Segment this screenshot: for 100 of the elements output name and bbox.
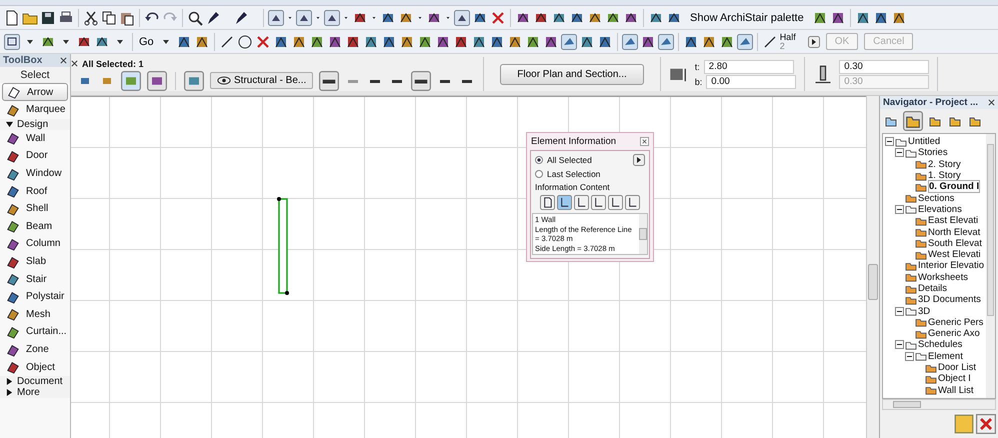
- close-icon[interactable]: [640, 137, 649, 146]
- tree-item[interactable]: 3D: [918, 306, 930, 317]
- toolbox-tool[interactable]: Arrow: [2, 83, 68, 101]
- tool-icon: [6, 324, 20, 339]
- collapse-toggle[interactable]: [895, 204, 904, 214]
- framed-tool-icon[interactable]: [411, 70, 432, 90]
- toolbox-tool[interactable]: Object: [0, 358, 70, 376]
- scissors-icon[interactable]: [83, 10, 99, 26]
- scrollbar[interactable]: [882, 399, 996, 410]
- content-toggle-icon[interactable]: [557, 195, 572, 210]
- toolbox-section[interactable]: Document: [0, 376, 70, 387]
- tree-item[interactable]: Generic Pers: [928, 316, 984, 328]
- palette-button[interactable]: Show ArchiStair palette: [684, 12, 810, 24]
- tree-item[interactable]: Interior Elevatio: [918, 260, 984, 272]
- top-height-field[interactable]: 2.80: [704, 60, 794, 74]
- tree-item[interactable]: Door List: [938, 362, 976, 374]
- pen-icon[interactable]: [233, 10, 249, 26]
- toolbox-tool[interactable]: Window: [0, 164, 70, 182]
- collapse-toggle[interactable]: [885, 137, 894, 146]
- scrollbar[interactable]: [866, 96, 879, 438]
- content-toggle-icon[interactable]: [608, 195, 623, 210]
- framed-tool-icon[interactable]: [454, 10, 470, 26]
- framed-tool-icon[interactable]: [560, 34, 577, 50]
- tree-item[interactable]: South Elevat: [928, 238, 982, 249]
- toolbox-tool[interactable]: Beam: [0, 218, 70, 236]
- framed-tool-icon[interactable]: [324, 10, 340, 26]
- tree-item[interactable]: 1. Story: [928, 170, 961, 182]
- settings-button[interactable]: Floor Plan and Section...: [500, 64, 644, 85]
- circle-icon[interactable]: [236, 34, 253, 50]
- collapse-toggle[interactable]: [895, 148, 904, 158]
- toolbox-tool[interactable]: Wall: [0, 130, 70, 148]
- document-icon[interactable]: [4, 10, 20, 26]
- radio-button[interactable]: [535, 170, 543, 178]
- framed-tool-icon[interactable]: [4, 34, 20, 50]
- tree-item[interactable]: West Elevati: [928, 249, 981, 260]
- framed-tool-icon[interactable]: [319, 70, 340, 90]
- thickness-field[interactable]: 0.30: [839, 60, 930, 74]
- radio-button[interactable]: [535, 156, 543, 164]
- tree-item[interactable]: 3D Documents: [918, 294, 981, 306]
- tree-item[interactable]: Details: [918, 283, 948, 294]
- tree-item[interactable]: Worksheets: [918, 272, 968, 283]
- toolbox-tool[interactable]: Curtain...: [0, 323, 70, 341]
- close-icon[interactable]: [71, 60, 78, 67]
- framed-tool-icon[interactable]: [658, 34, 674, 50]
- framed-tool-icon[interactable]: [622, 34, 638, 50]
- folder-icon: [915, 159, 927, 170]
- eye-icon: [217, 76, 231, 85]
- toolbox-tool[interactable]: Marquee: [0, 101, 70, 119]
- content-toggle-icon[interactable]: [625, 195, 640, 210]
- collapse-toggle[interactable]: [895, 340, 904, 350]
- content-toggle-icon[interactable]: [591, 195, 606, 210]
- tree-item[interactable]: Schedules: [918, 339, 962, 350]
- close-icon[interactable]: [988, 99, 995, 106]
- close-icon[interactable]: [60, 57, 67, 64]
- delete-icon[interactable]: [976, 414, 996, 434]
- toolbox-tool[interactable]: Door: [0, 147, 70, 165]
- toolbox-tool[interactable]: Zone: [0, 340, 70, 358]
- delete-icon[interactable]: [490, 10, 506, 26]
- pages-icon[interactable]: [101, 10, 117, 26]
- tree-item[interactable]: 0. Ground I: [928, 180, 980, 194]
- zoom-icon[interactable]: [187, 10, 203, 26]
- toolbox-tool[interactable]: Stair: [0, 270, 70, 288]
- toolbox-tool[interactable]: Mesh: [0, 306, 70, 324]
- tree-item[interactable]: Sections: [918, 192, 954, 204]
- tree-item[interactable]: East Elevati: [928, 215, 978, 226]
- framed-tool-icon[interactable]: [296, 10, 312, 26]
- toolbox-section[interactable]: Design: [0, 118, 70, 130]
- tree-item[interactable]: 2. Story: [928, 158, 961, 170]
- tree-item[interactable]: Generic Axo: [928, 328, 980, 340]
- tree-item[interactable]: Element: [928, 350, 963, 362]
- tree-item[interactable]: Elevations: [918, 204, 962, 215]
- scrollbar[interactable]: [986, 134, 995, 398]
- tool-icon: [6, 166, 20, 181]
- collapse-toggle[interactable]: [895, 306, 904, 316]
- framed-tool-icon[interactable]: [268, 10, 284, 26]
- toolbox-tool[interactable]: Roof: [0, 182, 70, 200]
- tree-item[interactable]: Wall List: [938, 384, 974, 396]
- toolbox-tool[interactable]: Polystair: [0, 288, 70, 306]
- bottom-height-field[interactable]: 0.00: [706, 75, 796, 89]
- toolbox-section[interactable]: More: [0, 386, 70, 398]
- tree-item[interactable]: Object I: [938, 373, 971, 384]
- toolbox-tool[interactable]: Shell: [0, 200, 70, 218]
- tool-icon: [6, 360, 20, 374]
- tree-item[interactable]: Stories: [918, 147, 948, 158]
- content-toggle-icon[interactable]: [574, 195, 589, 210]
- go-button[interactable]: Go: [137, 36, 156, 48]
- pen-icon[interactable]: [205, 10, 221, 26]
- toolbox-tool[interactable]: Column: [0, 235, 70, 253]
- folder-icon[interactable]: [903, 111, 923, 131]
- tree-item[interactable]: Untitled: [908, 136, 940, 148]
- delete-icon[interactable]: [254, 34, 271, 50]
- layer-dropdown[interactable]: Structural - Be...: [210, 72, 314, 89]
- tree-item[interactable]: North Elevat: [928, 226, 980, 238]
- toolbox-tool[interactable]: Slab: [0, 252, 70, 270]
- framed-tool-icon[interactable]: [147, 70, 167, 90]
- framed-tool-icon[interactable]: [736, 34, 753, 50]
- content-toggle-icon[interactable]: [540, 195, 555, 210]
- scrollbar[interactable]: [639, 214, 647, 254]
- collapse-toggle[interactable]: [905, 352, 914, 361]
- new-folder-icon[interactable]: [954, 414, 974, 434]
